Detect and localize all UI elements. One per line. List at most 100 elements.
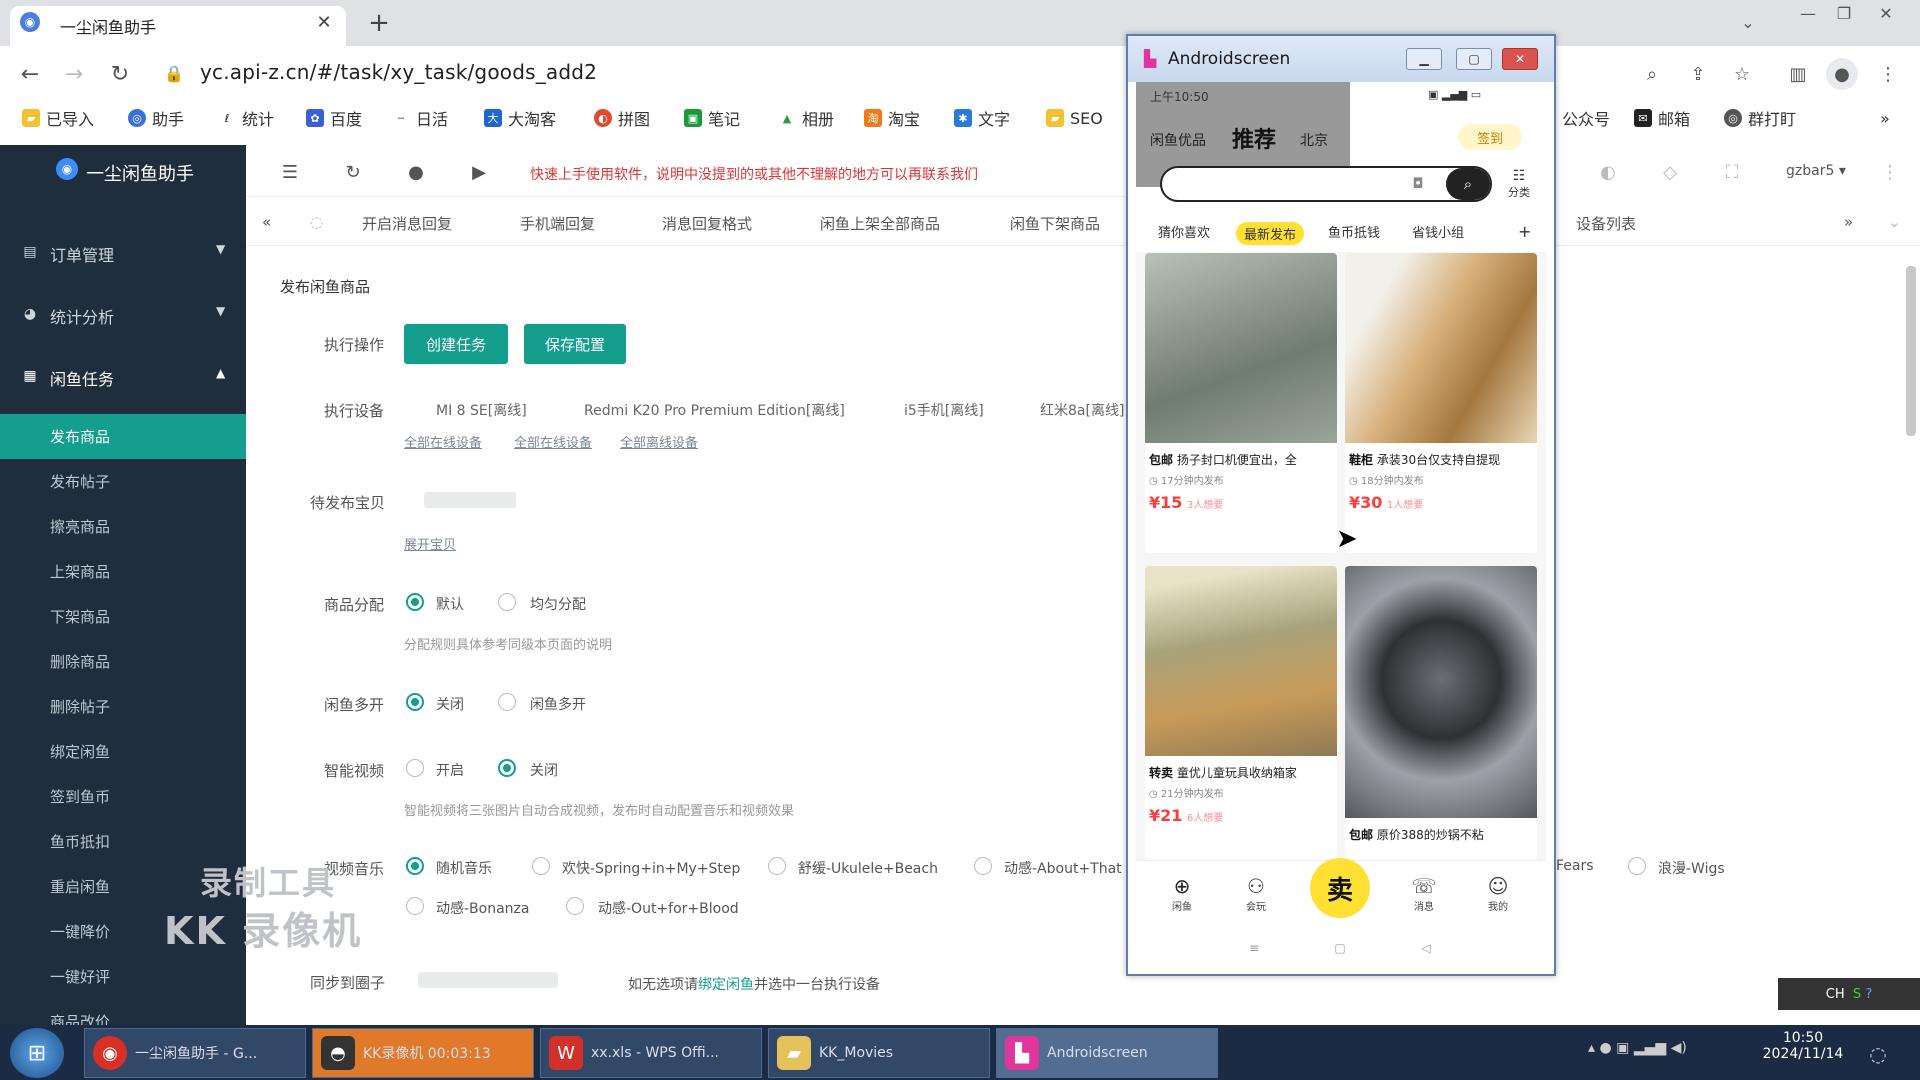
window-restore-icon[interactable]: ❐ [1826, 0, 1862, 26]
bookmark-item[interactable]: 淘淘宝 [864, 106, 920, 130]
save-config-button[interactable]: 保存配置 [524, 324, 626, 364]
tray-clock[interactable]: 10:50 2024/11/14 [1758, 1030, 1848, 1062]
device-option[interactable]: MI 8 SE[离线] [436, 400, 527, 420]
phone-feed-add-tab[interactable]: + [1518, 222, 1531, 241]
page-tab[interactable]: 消息回复格式 [662, 213, 752, 234]
search-icon[interactable]: ⌕ [1446, 168, 1490, 200]
phone-nav-item[interactable]: 闲鱼优品 [1150, 130, 1206, 150]
bookmark-item[interactable]: ✉ 邮箱 [1634, 106, 1690, 130]
submenu-publish-goods[interactable]: 发布商品 [0, 414, 246, 459]
notification-icon[interactable]: ◌ [1860, 1036, 1896, 1072]
bookmark-item[interactable]: ◎ 群打盯 [1724, 106, 1796, 130]
phone-feed-tab[interactable]: 省钱小组 [1412, 222, 1464, 241]
bookmark-item[interactable]: ✱ 文字 [954, 106, 1010, 130]
bind-xianyu-link[interactable]: 绑定闲鱼 [698, 977, 754, 993]
side-panel-icon[interactable]: ▥ [1782, 58, 1814, 90]
nav-play[interactable]: ⚇ 会玩 [1238, 874, 1274, 913]
submenu-item[interactable]: 签到鱼币 [0, 774, 246, 819]
select-online-link[interactable]: 全部在线设备 [404, 432, 482, 451]
bookmark-item[interactable]: ┄ 日活 [392, 106, 448, 130]
reload-icon[interactable]: ↻ [104, 58, 136, 90]
tabs-next-icon[interactable]: » [1844, 213, 1853, 231]
page-tab[interactable]: 手机端回复 [520, 213, 595, 234]
product-card[interactable]: 包邮 原价388的炒锅不粘 [1345, 566, 1537, 860]
recents-icon[interactable]: ≡ [1242, 936, 1266, 960]
bookmark-item[interactable]: ✿ 百度 [306, 106, 362, 130]
device-option[interactable]: 红米8a[离线] [1040, 400, 1126, 420]
taskbar-item-chrome[interactable]: ◉ 一尘闲鱼助手 - G... [84, 1028, 306, 1078]
menu-toggle-icon[interactable]: ☰ [276, 158, 304, 186]
submenu-item[interactable]: 绑定闲鱼 [0, 729, 246, 774]
bookmark-star-icon[interactable]: ☆ [1726, 58, 1758, 90]
home-icon[interactable]: ▢ [1328, 936, 1352, 960]
tabs-prev-icon[interactable]: « [262, 213, 271, 231]
product-card[interactable]: 转卖 童优儿童玩具收纳箱家 ◷ 21分钟内发布 ¥21 6人想要 [1145, 566, 1337, 860]
window-minimize-icon[interactable]: — [1790, 0, 1826, 26]
ime-indicator[interactable]: CH S ? [1778, 978, 1920, 1010]
radio-music[interactable] [974, 857, 992, 875]
radio-off[interactable] [406, 693, 424, 711]
bookmark-item[interactable]: 公众号 [1562, 106, 1610, 130]
tray-icons[interactable]: ▴ ● ▣ ▂▄▆ ◀) [1588, 1040, 1687, 1056]
more-menu-icon[interactable]: ⋮ [1872, 58, 1904, 90]
radio-music[interactable] [768, 857, 786, 875]
bookmark-item[interactable]: 大大淘客 [484, 106, 556, 130]
menu-xianyu-tasks[interactable]: ▦ 闲鱼任务 ▲ [0, 348, 246, 404]
bookmarks-overflow-icon[interactable]: » [1880, 106, 1890, 130]
device-option[interactable]: Redmi K20 Pro Premium Edition[离线] [584, 400, 845, 420]
taskbar-item-wps[interactable]: Wxx.xls - WPS Offi... [540, 1028, 762, 1078]
tab-search-chevron-icon[interactable]: ⌄ [1736, 10, 1760, 34]
android-minimize-icon[interactable]: ▁ [1406, 48, 1442, 70]
tag-icon[interactable]: ◇ [1656, 158, 1684, 186]
back-nav-icon[interactable]: ◁ [1414, 936, 1438, 960]
select-online-link[interactable]: 全部在线设备 [514, 432, 592, 451]
phone-search-input[interactable] [1160, 166, 1492, 202]
radio-music[interactable] [566, 897, 584, 915]
select-offline-link[interactable]: 全部离线设备 [620, 432, 698, 451]
device-option[interactable]: i5手机[离线] [904, 400, 984, 420]
taskbar-item-android[interactable]: ▙ Androidscreen [996, 1028, 1218, 1078]
more-icon[interactable]: ⋮ [1876, 158, 1904, 186]
profile-avatar-icon[interactable]: ● [1826, 58, 1858, 90]
menu-order-management[interactable]: ▤ 订单管理 ▼ [0, 224, 246, 280]
theme-icon[interactable]: ◐ [1594, 158, 1622, 186]
nav-messages[interactable]: ☏ 消息 [1406, 874, 1442, 913]
radio-multi[interactable] [498, 693, 516, 711]
phone-feed-tab-active[interactable]: 最新发布 [1236, 222, 1305, 245]
product-card[interactable]: 包邮 扬子封口机便宜出，全 ◷ 17分钟内发布 ¥15 3人想要 [1145, 253, 1337, 553]
bookmark-item[interactable]: ▰ 已导入 [22, 106, 94, 130]
submenu-item[interactable]: 删除帖子 [0, 684, 246, 729]
bookmark-item[interactable]: ▣ 笔记 [684, 106, 740, 130]
android-close-icon[interactable]: ✕ [1502, 48, 1538, 70]
submenu-item[interactable]: 下架商品 [0, 594, 246, 639]
submenu-item[interactable]: 一键好评 [0, 954, 246, 999]
taskbar-item-folder[interactable]: ▰ KK_Movies [768, 1028, 990, 1078]
new-tab-icon[interactable]: + [364, 8, 394, 38]
phone-feed-tab[interactable]: 猜你喜欢 [1158, 222, 1210, 241]
page-tab[interactable]: 设备列表 [1576, 213, 1636, 234]
share-icon[interactable]: ⇪ [1682, 58, 1714, 90]
sync-circle-select[interactable] [418, 972, 558, 988]
submenu-item[interactable]: 上架商品 [0, 549, 246, 594]
menu-statistics[interactable]: ◕ 统计分析 ▼ [0, 286, 246, 342]
bookmark-item[interactable]: ℓ 统计 [218, 106, 274, 130]
chat-icon[interactable]: ● [402, 158, 430, 186]
camera-icon[interactable]: ◘ [1406, 172, 1430, 196]
radio-music[interactable] [532, 857, 550, 875]
create-task-button[interactable]: 创建任务 [404, 324, 508, 364]
product-card[interactable]: 鞋柜 承装30台仅支持自提现 ◷ 18分钟内发布 ¥30 1人想要 [1345, 253, 1537, 553]
tabs-dropdown-icon[interactable]: ⌄ [1888, 213, 1901, 231]
bookmark-item[interactable]: ◐ 拼图 [594, 106, 650, 130]
play-icon[interactable]: ▶ [465, 158, 493, 186]
refresh-icon[interactable]: ↻ [339, 158, 367, 186]
page-tab[interactable]: 开启消息回复 [362, 213, 452, 234]
user-menu[interactable]: gzbar5 ▾ [1786, 163, 1846, 179]
bookmark-item[interactable]: ▰ SEO [1046, 106, 1103, 130]
phone-sign-button[interactable]: 签到 [1458, 124, 1522, 150]
fullscreen-icon[interactable]: ⛶ [1718, 158, 1746, 186]
phone-nav-item[interactable]: 北京 [1300, 130, 1328, 150]
submenu-item[interactable]: 商品改价 [0, 999, 246, 1025]
window-close-icon[interactable]: ✕ [1868, 0, 1904, 26]
page-scrollbar[interactable] [1906, 266, 1916, 436]
radio-music[interactable] [1628, 857, 1646, 875]
